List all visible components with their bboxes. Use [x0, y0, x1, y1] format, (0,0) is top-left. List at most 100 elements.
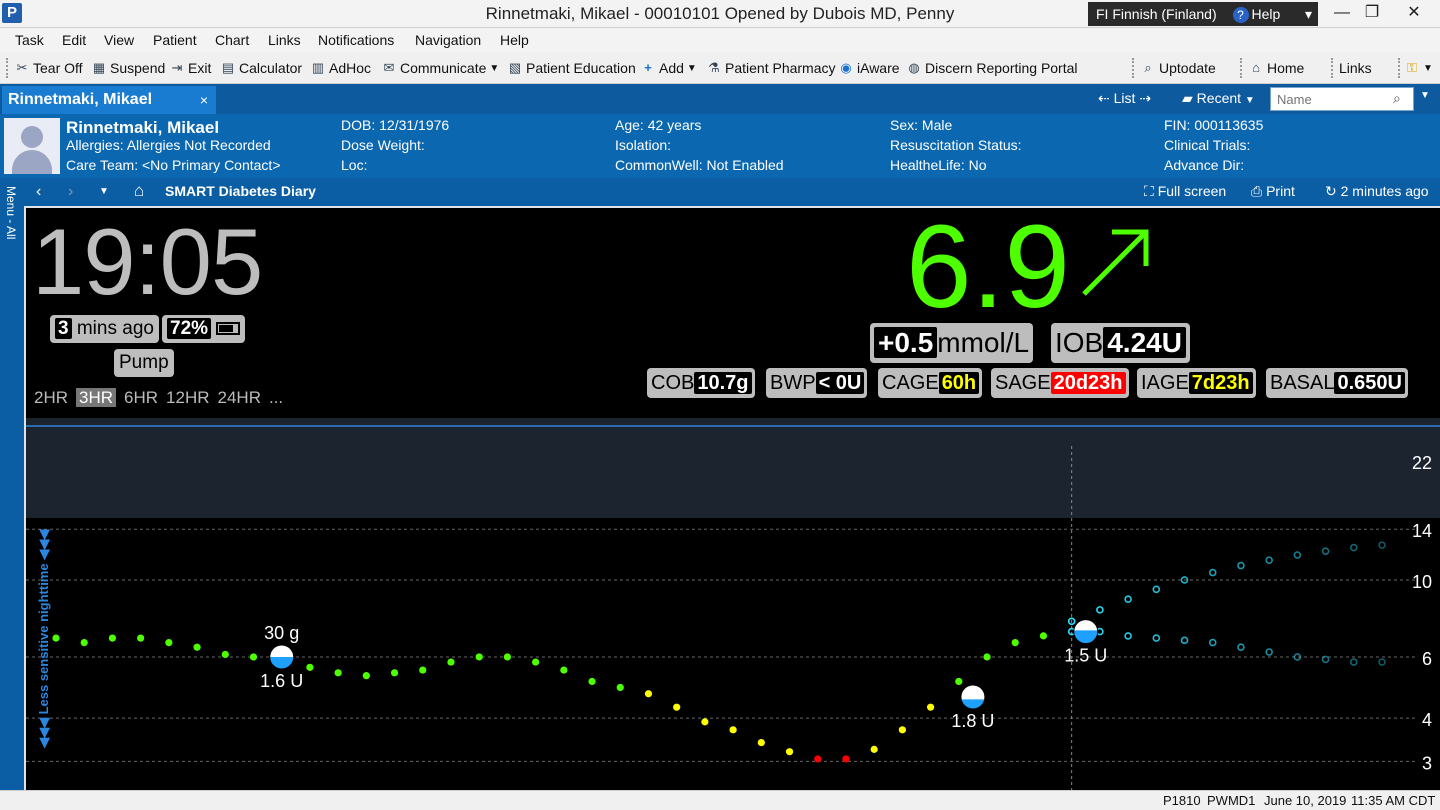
discern-button[interactable]: ◍ Discern Reporting Portal: [906, 60, 1077, 76]
chevron-down-icon[interactable]: ▼: [1420, 90, 1430, 101]
tab-patient[interactable]: Rinnetmaki, Mikael ×: [2, 86, 216, 114]
search-icon[interactable]: ⌕: [1393, 90, 1401, 107]
iage-pill[interactable]: IAGE 7d23h: [1137, 368, 1256, 398]
chevron-down-icon[interactable]: ▾: [1305, 2, 1312, 26]
bg-point: [137, 634, 145, 642]
toolbar-grip[interactable]: [1398, 58, 1402, 78]
recent-dropdown[interactable]: ▰ Recent ▼: [1182, 90, 1255, 107]
chart-focus-band: [26, 418, 1440, 518]
bg-point: [955, 677, 963, 686]
list-nav[interactable]: ⇠ List ⇢: [1098, 90, 1151, 107]
pump-pill[interactable]: Pump: [114, 349, 174, 377]
close-window-button[interactable]: ✕: [1394, 0, 1434, 26]
exit-button[interactable]: ⇥ Exit: [169, 60, 212, 76]
bg-point: [870, 745, 878, 753]
nighttime-label: Less sensitive nighttime: [36, 563, 51, 714]
clinical-trials: Clinical Trials:: [1164, 137, 1251, 153]
cage-pill[interactable]: CAGE 60h: [878, 368, 983, 398]
adhoc-button[interactable]: ▥ AdHoc: [310, 60, 371, 76]
calculator-button[interactable]: ▤ Calculator: [220, 60, 302, 76]
tear-off-label: Tear Off: [33, 60, 83, 76]
arrow-right-icon[interactable]: ⇢: [1139, 90, 1151, 106]
chevron-down-icon: ▼: [1423, 62, 1433, 74]
menu-view[interactable]: View: [104, 32, 134, 48]
suspend-button[interactable]: ▦ Suspend: [91, 60, 165, 76]
bg-chart[interactable]: 1.6 U 30 g 1.8 U 1.5 U 22 14 10 6 4 3 ◀◀◀ Less s…: [26, 418, 1440, 790]
range-2hr[interactable]: 2HR: [34, 388, 68, 407]
communicate-button[interactable]: ✉ Communicate ▼: [381, 60, 500, 76]
home-button[interactable]: ⌂ Home: [1248, 60, 1304, 76]
menu-chart[interactable]: Chart: [215, 32, 249, 48]
dose-weight: Dose Weight:: [341, 137, 425, 153]
range-12hr[interactable]: 12HR: [166, 388, 209, 407]
cob-pill[interactable]: COB 10.7g: [647, 368, 755, 398]
bg-point: [701, 718, 709, 726]
menu-notifications[interactable]: Notifications: [318, 32, 394, 48]
range-more[interactable]: ...: [269, 388, 283, 407]
menu-edit[interactable]: Edit: [62, 32, 86, 48]
sage-pill[interactable]: SAGE 20d23h: [991, 368, 1129, 398]
sage-label: SAGE: [995, 372, 1051, 394]
toolbar-grip[interactable]: [1132, 58, 1136, 78]
language-label: Finnish (Finland): [1112, 6, 1217, 22]
menu-navigation[interactable]: Navigation: [415, 32, 481, 48]
battery-value: 72%: [167, 318, 212, 339]
insulin-treatment[interactable]: 1.8 U: [951, 684, 994, 731]
exit-icon: ⇥: [171, 60, 183, 75]
restore-button[interactable]: ❐: [1352, 0, 1392, 26]
chevron-down-icon[interactable]: ▼: [99, 186, 109, 197]
y-tick-label: 3: [1422, 753, 1432, 773]
language-selector[interactable]: FI Finnish (Finland) ? Help ▾: [1088, 2, 1318, 26]
patient-pharmacy-button[interactable]: ⚗ Patient Pharmacy: [706, 60, 835, 76]
back-icon[interactable]: ‹: [36, 183, 41, 201]
print-button[interactable]: ⎙ Print: [1251, 183, 1295, 200]
menu-task[interactable]: Task: [15, 32, 44, 48]
home-icon[interactable]: ⌂: [134, 181, 144, 201]
menu-help[interactable]: Help: [500, 32, 529, 48]
full-screen-button[interactable]: ⛶ Full screen: [1144, 183, 1226, 200]
forward-icon[interactable]: ›: [68, 183, 73, 201]
toolbar-grip[interactable]: [1240, 58, 1244, 78]
patient-name[interactable]: Rinnetmaki, Mikael: [66, 118, 219, 138]
range-6hr[interactable]: 6HR: [124, 388, 158, 407]
ago-label: mins ago: [76, 318, 154, 339]
add-button[interactable]: + Add ▼: [640, 60, 697, 76]
insulin-treatment[interactable]: 1.5 U: [1064, 619, 1107, 666]
refresh-button[interactable]: ↻ 2 minutes ago: [1325, 183, 1429, 200]
help-link[interactable]: Help: [1252, 6, 1281, 22]
iaware-button[interactable]: ◉ iAware: [838, 60, 899, 76]
pharmacy-icon: ⚗: [708, 60, 720, 75]
forecast-point: [1180, 636, 1189, 645]
care-team[interactable]: Care Team: <No Primary Contact>: [66, 157, 281, 173]
range-3hr[interactable]: 3HR: [76, 388, 117, 407]
iage-label: IAGE: [1141, 372, 1189, 394]
chart-points: [52, 541, 1386, 763]
allergies[interactable]: Allergies: Allergies Not Recorded: [66, 137, 271, 153]
left-menu-rail[interactable]: Menu - All: [0, 178, 24, 790]
close-icon[interactable]: ×: [200, 86, 208, 114]
basal-pill[interactable]: BASAL 0.650U: [1266, 368, 1408, 398]
menu-links[interactable]: Links: [268, 32, 301, 48]
menu-patient[interactable]: Patient: [153, 32, 197, 48]
insulin-label: 1.6 U: [260, 671, 303, 691]
page-nav-bar: ‹ › ▼ ⌂ SMART Diabetes Diary ⛶ Full scre…: [0, 178, 1440, 206]
bg-point: [334, 669, 342, 677]
toolbar-grip[interactable]: [1331, 58, 1335, 78]
links-button[interactable]: Links: [1339, 60, 1372, 76]
status-date: June 10, 2019: [1264, 793, 1347, 808]
range-24hr[interactable]: 24HR: [218, 388, 261, 407]
discern-icon: ◍: [908, 60, 920, 75]
forecast-point: [1265, 556, 1273, 565]
avatar-head: [21, 126, 43, 148]
tear-off-button[interactable]: ✂ Tear Off: [14, 60, 83, 76]
patient-education-button[interactable]: ▧ Patient Education: [507, 60, 636, 76]
battery-icon: [216, 322, 241, 335]
resuscitation-status: Resuscitation Status:: [890, 137, 1022, 153]
key-button[interactable]: ⚿ ▼: [1404, 60, 1433, 76]
bwp-pill[interactable]: BWP < 0U: [766, 368, 868, 398]
adhoc-icon: ▥: [311, 60, 325, 75]
toolbar-grip[interactable]: [6, 58, 10, 78]
uptodate-button[interactable]: ⌕ Uptodate: [1140, 60, 1215, 76]
battery-pill: 72%: [162, 315, 246, 343]
arrow-left-icon[interactable]: ⇠: [1098, 90, 1110, 106]
